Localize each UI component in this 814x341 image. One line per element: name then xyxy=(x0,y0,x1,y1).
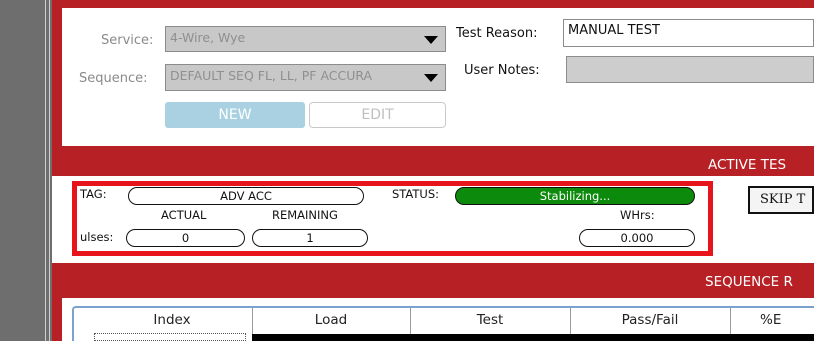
top-header-band xyxy=(52,0,814,8)
service-chevron-down-icon[interactable] xyxy=(424,36,438,44)
table-row-index-cell[interactable] xyxy=(94,333,246,341)
whrs-label: WHrs: xyxy=(620,208,655,222)
sequence-value: DEFAULT SEQ FL, LL, PF ACCURA xyxy=(170,68,373,83)
column-header-test[interactable]: Test xyxy=(410,312,570,328)
sequence-results-header xyxy=(52,263,814,298)
new-button[interactable]: NEW xyxy=(165,102,305,128)
actual-pulses-field: 0 xyxy=(126,229,245,247)
column-header-pass-fail[interactable]: Pass/Fail xyxy=(570,312,730,328)
sequence-label: Sequence: xyxy=(79,71,148,86)
test-reason-label: Test Reason: xyxy=(456,26,538,41)
column-header-index[interactable]: Index xyxy=(92,312,252,328)
column-header-load[interactable]: Load xyxy=(252,312,410,328)
window-left-edge xyxy=(0,0,52,341)
pulses-label: ulses: xyxy=(80,230,114,244)
test-reason-field[interactable]: MANUAL TEST xyxy=(563,19,814,47)
table-row[interactable] xyxy=(252,334,814,341)
user-notes-field[interactable] xyxy=(566,56,814,83)
active-test-title: ACTIVE TES xyxy=(708,157,787,173)
whrs-field: 0.000 xyxy=(579,229,695,247)
status-indicator: Stabilizing... xyxy=(455,187,695,205)
sequence-chevron-down-icon[interactable] xyxy=(424,74,438,82)
service-label: Service: xyxy=(101,33,154,48)
column-header-percent-error[interactable]: %E xyxy=(760,312,814,328)
active-test-header xyxy=(52,154,814,176)
user-notes-label: User Notes: xyxy=(464,63,540,78)
status-label: STATUS: xyxy=(392,187,440,201)
edit-button[interactable]: EDIT xyxy=(309,102,446,128)
tag-field: ADV ACC xyxy=(128,187,364,205)
service-value: 4-Wire, Wye xyxy=(170,30,246,45)
remaining-label: REMAINING xyxy=(272,208,338,222)
sequence-results-left-border xyxy=(52,263,62,341)
service-dropdown[interactable]: 4-Wire, Wye xyxy=(165,26,446,52)
skip-test-button[interactable]: SKIP T xyxy=(748,186,814,214)
sequence-results-title: SEQUENCE R xyxy=(705,274,793,290)
sequence-dropdown[interactable]: DEFAULT SEQ FL, LL, PF ACCURA xyxy=(165,64,446,91)
actual-label: ACTUAL xyxy=(161,208,207,222)
tag-label: TAG: xyxy=(80,187,107,201)
remaining-pulses-field: 1 xyxy=(252,229,368,247)
